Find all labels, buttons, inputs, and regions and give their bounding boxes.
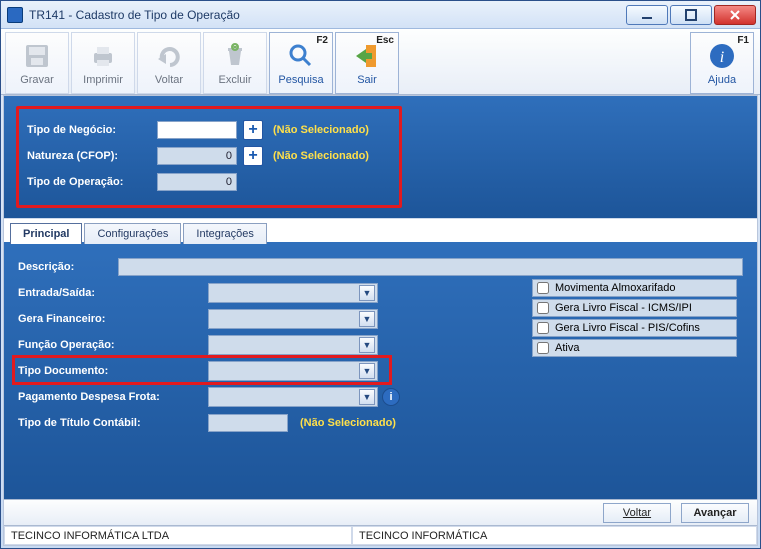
chevron-down-icon: ▼ xyxy=(359,311,375,327)
tab-principal[interactable]: Principal xyxy=(10,223,82,244)
check-movimenta-almox[interactable]: Movimenta Almoxarifado xyxy=(532,279,737,297)
status-company: TECINCO INFORMÁTICA LTDA xyxy=(4,526,352,545)
gera-financeiro-label: Gera Financeiro: xyxy=(18,313,208,325)
check-livro-pis[interactable]: Gera Livro Fiscal - PIS/Cofins xyxy=(532,319,737,337)
app-icon xyxy=(7,7,23,23)
status-bar: TECINCO INFORMÁTICA LTDA TECINCO INFORMÁ… xyxy=(4,525,757,545)
chevron-down-icon: ▼ xyxy=(359,389,375,405)
pesquisa-shortcut: F2 xyxy=(316,35,328,46)
toolbar-excluir-button[interactable]: Excluir xyxy=(203,32,267,94)
toolbar-sair-button[interactable]: Esc Sair xyxy=(335,32,399,94)
tab-integracoes[interactable]: Integrações xyxy=(183,223,266,244)
toolbar-pesquisa-button[interactable]: F2 Pesquisa xyxy=(269,32,333,94)
check-movimenta-almox-input[interactable] xyxy=(537,282,549,294)
toolbar-imprimir-button[interactable]: Imprimir xyxy=(71,32,135,94)
tipo-negocio-add-button[interactable]: + xyxy=(243,120,263,140)
maximize-icon xyxy=(685,9,697,21)
toolbar-ajuda-label: Ajuda xyxy=(708,74,736,86)
ajuda-shortcut: F1 xyxy=(737,35,749,46)
tipo-titulo-label: Tipo de Título Contábil: xyxy=(18,417,208,429)
tipo-negocio-label: Tipo de Negócio: xyxy=(27,124,157,136)
nav-row: Voltar Avançar xyxy=(4,499,757,525)
toolbar-voltar-label: Voltar xyxy=(155,74,183,86)
check-livro-icms-input[interactable] xyxy=(537,302,549,314)
tab-page-principal: Descrição: Entrada/Saída: ▼ Gera Finance… xyxy=(4,244,757,499)
sair-shortcut: Esc xyxy=(376,35,394,46)
undo-icon xyxy=(153,40,185,72)
natureza-label: Natureza (CFOP): xyxy=(27,150,157,162)
natureza-add-button[interactable]: + xyxy=(243,146,263,166)
header-highlight: Tipo de Negócio: + (Não Selecionado) Nat… xyxy=(16,106,402,208)
svg-text:i: i xyxy=(720,49,724,66)
nav-avancar-button[interactable]: Avançar xyxy=(681,503,749,523)
check-ativa[interactable]: Ativa xyxy=(532,339,737,357)
toolbar-pesquisa-label: Pesquisa xyxy=(278,74,323,86)
check-livro-pis-input[interactable] xyxy=(537,322,549,334)
tipo-documento-combo[interactable]: ▼ xyxy=(208,361,378,381)
toolbar-ajuda-button[interactable]: F1 i Ajuda xyxy=(690,32,754,94)
toolbar-imprimir-label: Imprimir xyxy=(83,74,123,86)
toolbar-gravar-label: Gravar xyxy=(20,74,54,86)
tipo-negocio-not-selected: (Não Selecionado) xyxy=(273,124,369,136)
tipo-operacao-input[interactable] xyxy=(157,173,237,191)
gera-financeiro-combo[interactable]: ▼ xyxy=(208,309,378,329)
window-minimize-button[interactable] xyxy=(626,5,668,25)
chevron-down-icon: ▼ xyxy=(359,285,375,301)
save-icon xyxy=(21,40,53,72)
entrada-saida-combo[interactable]: ▼ xyxy=(208,283,378,303)
header-form: Tipo de Negócio: + (Não Selecionado) Nat… xyxy=(4,96,757,218)
minimize-icon xyxy=(641,9,653,21)
check-ativa-label: Ativa xyxy=(555,342,579,354)
tipo-titulo-not-selected: (Não Selecionado) xyxy=(300,417,396,429)
nav-voltar-button[interactable]: Voltar xyxy=(603,503,671,523)
search-icon xyxy=(285,40,317,72)
window-maximize-button[interactable] xyxy=(670,5,712,25)
tipo-documento-label: Tipo Documento: xyxy=(18,365,208,377)
window-title: TR141 - Cadastro de Tipo de Operação xyxy=(29,8,240,22)
toolbar-voltar-button[interactable]: Voltar xyxy=(137,32,201,94)
pagamento-frota-combo[interactable]: ▼ xyxy=(208,387,378,407)
help-icon: i xyxy=(706,40,738,72)
funcao-operacao-label: Função Operação: xyxy=(18,339,208,351)
natureza-input[interactable] xyxy=(157,147,237,165)
tipo-titulo-input[interactable] xyxy=(208,414,288,432)
app-window: TR141 - Cadastro de Tipo de Operação Gra… xyxy=(0,0,761,549)
check-livro-pis-label: Gera Livro Fiscal - PIS/Cofins xyxy=(555,322,700,334)
check-ativa-input[interactable] xyxy=(537,342,549,354)
entrada-saida-label: Entrada/Saída: xyxy=(18,287,208,299)
client-area: Tipo de Negócio: + (Não Selecionado) Nat… xyxy=(3,95,758,546)
descricao-label: Descrição: xyxy=(18,261,118,273)
info-icon[interactable]: i xyxy=(382,388,400,406)
close-icon xyxy=(729,9,741,21)
plus-icon: + xyxy=(248,149,257,163)
plus-icon: + xyxy=(248,123,257,137)
toolbar: Gravar Imprimir Voltar Excluir F2 Pesq xyxy=(1,29,760,95)
tab-configuracoes[interactable]: Configurações xyxy=(84,223,181,244)
descricao-input[interactable] xyxy=(118,258,743,276)
tabs-bar: Principal Configurações Integrações xyxy=(4,218,757,244)
toolbar-sair-label: Sair xyxy=(357,74,377,86)
status-user: TECINCO INFORMÁTICA xyxy=(352,526,757,545)
check-group: Movimenta Almoxarifado Gera Livro Fiscal… xyxy=(532,279,737,359)
toolbar-gravar-button[interactable]: Gravar xyxy=(5,32,69,94)
natureza-not-selected: (Não Selecionado) xyxy=(273,150,369,162)
pagamento-frota-label: Pagamento Despesa Frota: xyxy=(18,391,208,403)
check-livro-icms[interactable]: Gera Livro Fiscal - ICMS/IPI xyxy=(532,299,737,317)
trash-icon xyxy=(219,40,251,72)
chevron-down-icon: ▼ xyxy=(359,363,375,379)
tipo-negocio-input[interactable] xyxy=(157,121,237,139)
toolbar-excluir-label: Excluir xyxy=(218,74,251,86)
title-bar: TR141 - Cadastro de Tipo de Operação xyxy=(1,1,760,29)
check-movimenta-almox-label: Movimenta Almoxarifado xyxy=(555,282,675,294)
check-livro-icms-label: Gera Livro Fiscal - ICMS/IPI xyxy=(555,302,692,314)
funcao-operacao-combo[interactable]: ▼ xyxy=(208,335,378,355)
print-icon xyxy=(87,40,119,72)
tipo-operacao-label: Tipo de Operação: xyxy=(27,176,157,188)
window-close-button[interactable] xyxy=(714,5,756,25)
chevron-down-icon: ▼ xyxy=(359,337,375,353)
